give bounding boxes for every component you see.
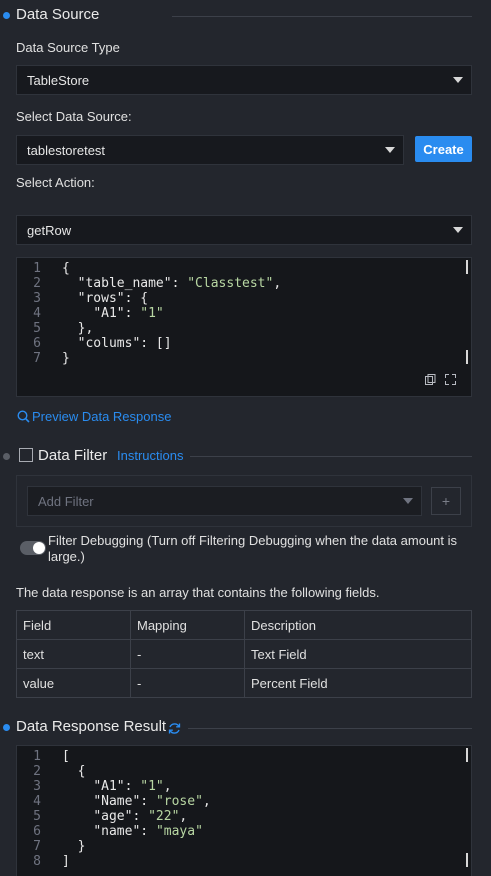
fields-table: Field Mapping Description text - Text Fi… [16, 610, 472, 698]
cell-field: value [16, 668, 131, 698]
cell-field: text [16, 639, 131, 669]
select-data-source-label: Select Data Source: [16, 109, 132, 124]
filter-container: Add Filter + [16, 475, 472, 527]
add-filter-placeholder: Add Filter [38, 493, 94, 509]
refresh-icon[interactable] [168, 722, 181, 735]
line-number: 7 [33, 351, 41, 366]
header-mapping: Mapping [130, 610, 245, 640]
action-select[interactable]: getRow [16, 215, 472, 245]
code-line: }, [62, 321, 94, 336]
instructions-link[interactable]: Instructions [117, 448, 183, 463]
line-number: 1 [33, 749, 41, 764]
filter-debugging-label: Filter Debugging (Turn off Filtering Deb… [48, 533, 458, 564]
query-code-editor[interactable]: 1234567 { "table_name": "Classtest", "ro… [16, 257, 472, 397]
line-number: 2 [33, 764, 41, 779]
code-line: { [62, 764, 86, 779]
line-number: 3 [33, 779, 41, 794]
line-number: 4 [33, 794, 41, 809]
code-line: [ [62, 749, 70, 764]
preview-data-response-link[interactable]: Preview Data Response [17, 409, 171, 424]
section-bullet [3, 453, 10, 460]
line-number: 3 [33, 291, 41, 306]
line-number: 8 [33, 854, 41, 869]
code-line: "age": "22", [93, 809, 188, 824]
fields-intro: The data response is an array that conta… [16, 585, 380, 600]
line-number: 2 [33, 276, 41, 291]
code-line: "table_name": "Classtest", [77, 276, 282, 291]
header-field: Field [16, 610, 131, 640]
line-number: 1 [33, 261, 41, 276]
cell-mapping[interactable]: - [130, 639, 245, 669]
code-line: "A1": "1" [93, 306, 164, 321]
copy-icon[interactable] [425, 374, 436, 385]
code-line: "rows": { [77, 291, 149, 306]
code-line: } [62, 839, 86, 854]
code-line: ] [62, 854, 70, 869]
line-number: 6 [33, 336, 41, 351]
code-line: { [62, 261, 70, 276]
line-number: 5 [33, 809, 41, 824]
section-bullet [3, 12, 10, 19]
toggle-knob [33, 542, 45, 554]
cell-mapping[interactable]: - [130, 668, 245, 698]
filter-debugging-toggle[interactable] [20, 541, 46, 555]
search-icon [17, 410, 30, 423]
create-button[interactable]: Create [415, 136, 472, 162]
add-filter-button[interactable]: + [431, 487, 461, 515]
scrollbar-bottom[interactable] [466, 853, 468, 867]
scrollbar-top[interactable] [466, 748, 468, 762]
code-content[interactable]: { "table_name": "Classtest", "rows": { "… [62, 261, 281, 366]
action-value: getRow [27, 222, 72, 238]
code-line: "name": "maya" [93, 824, 203, 839]
line-number: 5 [33, 321, 41, 336]
table-row: text - Text Field [16, 639, 472, 669]
scrollbar-bottom[interactable] [466, 350, 468, 364]
data-source-type-label: Data Source Type [16, 40, 120, 55]
data-filter-title: Data Filter [38, 447, 108, 464]
header-description: Description [244, 610, 472, 640]
data-filter-checkbox[interactable] [19, 448, 33, 462]
data-source-select[interactable]: tablestoretest [16, 135, 404, 165]
line-numbers: 1234567 [17, 261, 57, 366]
table-row: value - Percent Field [16, 668, 472, 698]
code-line: } [62, 351, 70, 366]
data-source-value: tablestoretest [27, 142, 106, 158]
response-code-viewer[interactable]: 12345678 [ { "A1": "1", "Name": "rose", … [16, 745, 472, 876]
section-bullet [3, 724, 10, 731]
select-action-label: Select Action: [16, 175, 95, 190]
data-source-type-value: TableStore [27, 72, 90, 88]
add-filter-select[interactable]: Add Filter [27, 486, 422, 516]
cell-description: Text Field [244, 639, 472, 669]
line-number: 4 [33, 306, 41, 321]
chevron-down-icon [453, 77, 463, 83]
preview-label: Preview Data Response [32, 409, 172, 424]
line-numbers: 12345678 [17, 749, 57, 869]
line-number: 7 [33, 839, 41, 854]
table-header-row: Field Mapping Description [16, 610, 472, 640]
line-number: 6 [33, 824, 41, 839]
data-source-type-select[interactable]: TableStore [16, 65, 472, 95]
fullscreen-icon[interactable] [445, 374, 456, 385]
code-line: "A1": "1", [93, 779, 172, 794]
data-response-title: Data Response Result [16, 718, 167, 735]
section-divider [188, 728, 472, 729]
data-source-title: Data Source [16, 6, 100, 23]
chevron-down-icon [453, 227, 463, 233]
section-divider [190, 456, 472, 457]
code-line: "Name": "rose", [93, 794, 211, 809]
code-content: [ { "A1": "1", "Name": "rose", "age": "2… [62, 749, 211, 869]
chevron-down-icon [403, 498, 413, 504]
scrollbar-top[interactable] [466, 260, 468, 274]
cell-description: Percent Field [244, 668, 472, 698]
chevron-down-icon [385, 147, 395, 153]
code-line: "colums": [] [77, 336, 172, 351]
section-divider [172, 16, 472, 17]
